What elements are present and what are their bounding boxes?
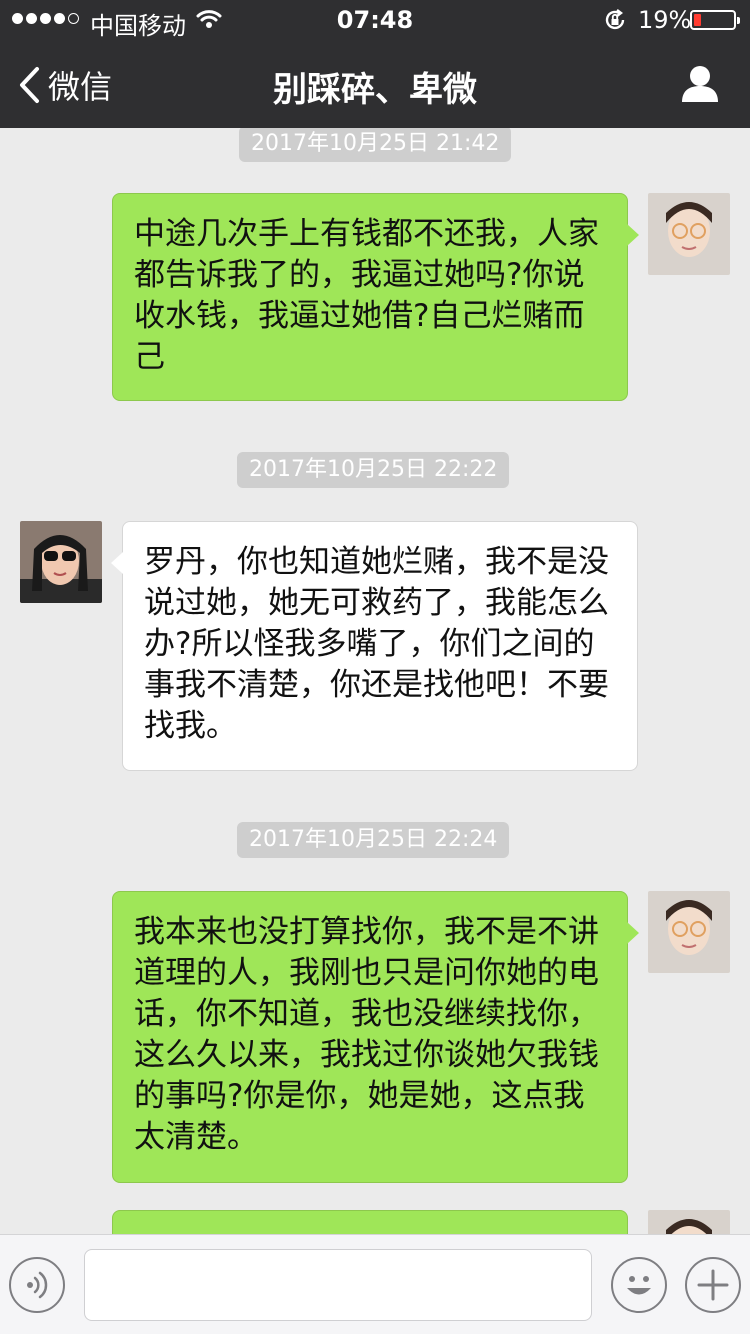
message-timestamp: 2017年10月25日 22:22 bbox=[237, 452, 510, 488]
message-bubble-received[interactable]: 罗丹，你也知道她烂赌，我不是没说过她，她无可救药了，我能怎么办?所以怪我多嘴了，… bbox=[111, 521, 638, 771]
message-bubble-sent[interactable]: 我本来也没打算找你，我不是不讲道理的人，我刚也只是问你她的电话，你不知道，我也没… bbox=[112, 891, 639, 1183]
message-timestamp: 2017年10月25日 21:42 bbox=[239, 128, 512, 162]
chat-title: 别踩碎、卑微 bbox=[273, 70, 477, 110]
message-input-bar bbox=[0, 1234, 750, 1334]
rotation-lock-icon bbox=[603, 8, 627, 36]
more-button[interactable] bbox=[685, 1257, 741, 1313]
message-list[interactable]: 2017年10月25日 21:42 中途几次手上有钱都不还我，人家都告诉我了的，… bbox=[0, 128, 750, 1234]
profile-button[interactable] bbox=[680, 64, 720, 108]
message-timestamp: 2017年10月25日 22:24 bbox=[237, 822, 510, 858]
emoji-button[interactable] bbox=[611, 1257, 667, 1313]
battery-percent: 19% bbox=[638, 6, 692, 34]
contact-avatar[interactable] bbox=[20, 521, 102, 603]
message-bubble-sent[interactable]: 中途几次手上有钱都不还我，人家都告诉我了的，我逼过她吗?你说收水钱，我逼过她借?… bbox=[112, 193, 639, 401]
nav-bar: 微信 别踩碎、卑微 bbox=[0, 40, 750, 128]
message-input[interactable] bbox=[84, 1249, 592, 1321]
message-bubble-sent[interactable] bbox=[112, 1210, 628, 1234]
battery-icon bbox=[690, 10, 740, 30]
my-avatar[interactable] bbox=[648, 193, 730, 275]
voice-button[interactable] bbox=[9, 1257, 65, 1313]
my-avatar[interactable] bbox=[648, 1210, 730, 1234]
my-avatar[interactable] bbox=[648, 891, 730, 973]
voice-icon bbox=[27, 1271, 48, 1299]
emoji-icon bbox=[627, 1276, 651, 1295]
status-bar: 中国移动 07:48 19% bbox=[0, 0, 750, 40]
plus-icon bbox=[697, 1269, 729, 1301]
person-icon bbox=[682, 66, 718, 102]
